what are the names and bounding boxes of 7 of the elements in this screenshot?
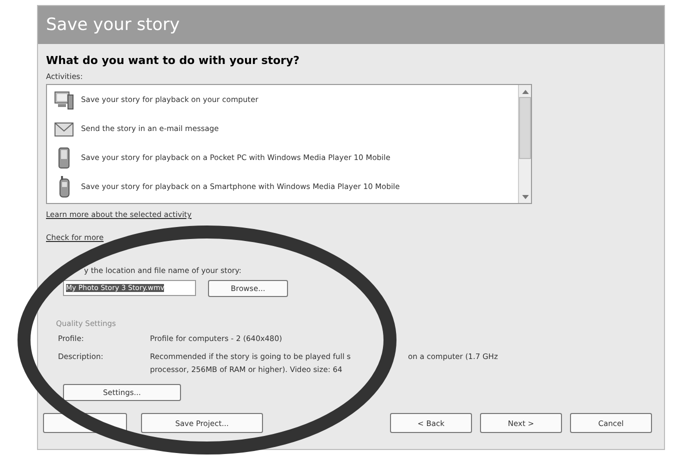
computer-icon: [53, 88, 75, 110]
dialog-heading: What do you want to do with your story?: [46, 54, 301, 67]
scrollbar[interactable]: [518, 85, 531, 203]
window-title: Save your story: [46, 15, 180, 35]
scrollbar-thumb[interactable]: [519, 97, 531, 159]
scroll-up-icon[interactable]: [522, 88, 528, 94]
scroll-down-icon[interactable]: [522, 194, 528, 200]
